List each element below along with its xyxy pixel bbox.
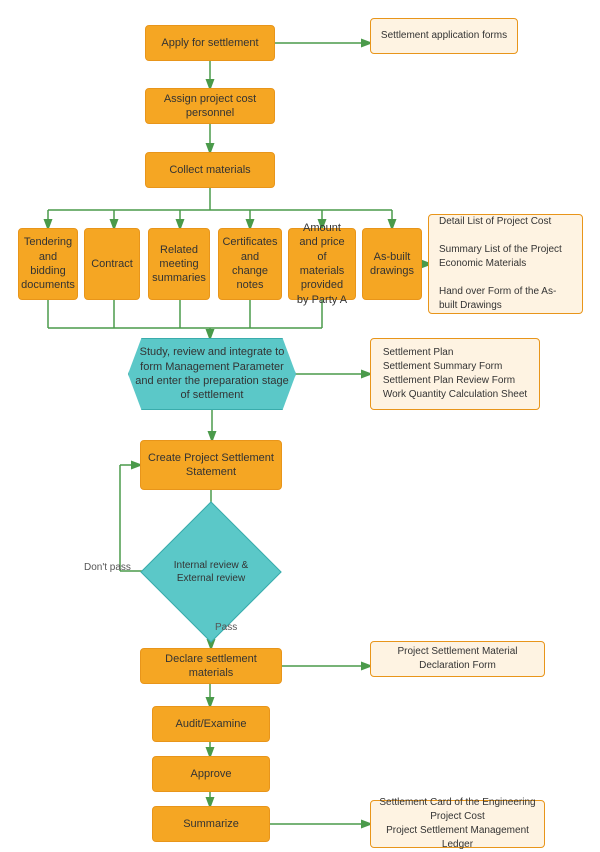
- audit-examine-box: Audit/Examine: [152, 706, 270, 742]
- settlement-card-box: Settlement Card of the Engineering Proje…: [370, 800, 545, 848]
- settlement-plan-box: Settlement Plan Settlement Summary Form …: [370, 338, 540, 410]
- tendering-box: Tendering and bidding documents: [18, 228, 78, 300]
- dont-pass-label: Don't pass: [84, 562, 131, 573]
- assign-personnel-box: Assign project cost personnel: [145, 88, 275, 124]
- amount-price-box: Amount and price of materials provided b…: [288, 228, 356, 300]
- settlement-forms-box: Settlement application forms: [370, 18, 518, 54]
- flowchart-diagram: Apply for settlement Settlement applicat…: [0, 0, 600, 848]
- approve-box: Approve: [152, 756, 270, 792]
- declare-materials-box: Declare settlement materials: [140, 648, 282, 684]
- summarize-box: Summarize: [152, 806, 270, 842]
- collect-materials-box: Collect materials: [145, 152, 275, 188]
- study-review-box: Study, review and integrate to form Mana…: [128, 338, 296, 410]
- meeting-box: Related meeting summaries: [148, 228, 210, 300]
- contract-box: Contract: [84, 228, 140, 300]
- pass-label: Pass: [215, 622, 237, 633]
- project-settlement-form-box: Project Settlement Material Declaration …: [370, 641, 545, 677]
- apply-settlement-box: Apply for settlement: [145, 25, 275, 61]
- create-statement-box: Create Project Settlement Statement: [140, 440, 282, 490]
- review-diamond-container: Internal review & External review: [161, 522, 261, 622]
- certificates-box: Certificates and change notes: [218, 228, 282, 300]
- detail-list-box: Detail List of Project Cost Summary List…: [428, 214, 583, 314]
- asbuilt-box: As-built drawings: [362, 228, 422, 300]
- arrows-svg: [0, 0, 600, 848]
